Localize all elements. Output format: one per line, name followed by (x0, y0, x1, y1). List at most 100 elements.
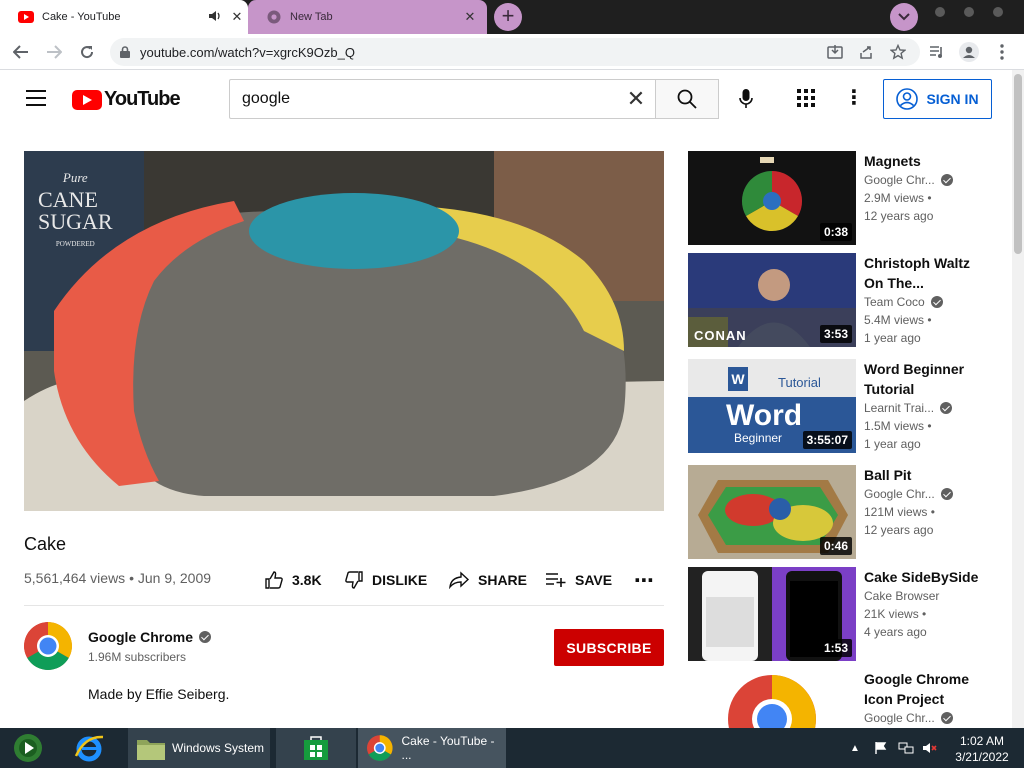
chrome-icon (366, 735, 393, 761)
recommendation-title[interactable]: Magnets (864, 151, 988, 171)
internet-explorer-icon (74, 735, 104, 762)
volume-muted-icon[interactable] (922, 728, 938, 768)
video-player[interactable]: Pure CANE SUGAR POWDERED (24, 151, 664, 511)
channel-name[interactable]: Google Chrome (88, 629, 193, 645)
hamburger-menu-icon[interactable] (26, 90, 46, 106)
recommendation-channel-row: Google Chr... (864, 709, 988, 727)
maximize-button[interactable] (964, 7, 974, 17)
tray-expand-icon[interactable]: ▲ (850, 728, 860, 768)
verified-badge-icon (940, 402, 953, 414)
back-arrow-icon[interactable] (10, 42, 32, 62)
video-description: Made by Effie Seiberg. (88, 686, 230, 702)
recommendation-info: Ball Pit Google Chr... 121M views • 12 y… (864, 465, 988, 539)
youtube-logo[interactable]: YouTube (72, 88, 181, 111)
save-label: SAVE (575, 572, 613, 588)
media-queue-icon[interactable] (926, 42, 948, 62)
view-count-date: 5,561,464 views • Jun 9, 2009 (24, 570, 212, 586)
video-thumbnail[interactable] (688, 669, 856, 728)
recommendation-item[interactable]: W Tutorial Word Beginner 3:55:07 Word Be… (688, 359, 998, 453)
profile-avatar-icon[interactable] (958, 42, 980, 62)
subscribe-button[interactable]: SUBSCRIBE (554, 629, 664, 666)
dislike-button[interactable]: DISLIKE (344, 568, 427, 592)
save-button[interactable]: SAVE (545, 568, 612, 592)
recommendation-channel[interactable]: Google Chr... (864, 709, 935, 727)
recommendation-title[interactable]: Ball Pit (864, 465, 988, 485)
clear-search-icon[interactable]: ✕ (616, 86, 656, 112)
like-button[interactable]: 3.8K (264, 568, 322, 592)
taskbar-store-button[interactable] (276, 728, 356, 768)
microphone-icon[interactable] (732, 85, 760, 113)
share-label: SHARE (478, 572, 528, 588)
more-actions-icon[interactable]: ⋯ (634, 568, 654, 592)
bag-text-line3: SUGAR (38, 209, 113, 234)
tab-title: New Tab (290, 11, 333, 23)
dislike-label: DISLIKE (372, 572, 428, 588)
recommendation-age: 1 year ago (864, 437, 921, 451)
recommendation-info: Christoph Waltz On The... Team Coco 5.4M… (864, 253, 988, 347)
network-icon[interactable] (898, 728, 914, 768)
recommendation-age: 12 years ago (864, 523, 934, 537)
video-thumbnail[interactable]: W Tutorial Word Beginner 3:55:07 (688, 359, 856, 453)
video-thumbnail[interactable]: 0:38 (688, 151, 856, 245)
browser-menu-icon[interactable] (991, 42, 1013, 62)
address-bar[interactable]: youtube.com/watch?v=xgrcK9Ozb_Q (110, 38, 920, 66)
tab-cake-youtube[interactable]: Cake - YouTube ✕ (0, 0, 248, 34)
start-button[interactable] (0, 728, 56, 768)
new-tab-button[interactable]: + (494, 3, 522, 31)
channel-name-row[interactable]: Google Chrome (88, 629, 212, 645)
lock-icon[interactable] (110, 46, 140, 58)
taskbar-windows-system[interactable]: Windows System (128, 728, 270, 768)
video-duration: 3:53 (819, 325, 852, 343)
tab-close-icon[interactable]: ✕ (226, 9, 248, 25)
recommendation-title[interactable]: Cake SideBySide (864, 567, 988, 587)
url-text: youtube.com/watch?v=xgrcK9Ozb_Q (140, 44, 355, 60)
close-window-button[interactable] (993, 7, 1003, 17)
search-input[interactable] (230, 80, 616, 118)
forward-arrow-icon[interactable] (43, 42, 65, 62)
taskbar-item-label: Cake - YouTube - ... (401, 734, 495, 762)
video-thumbnail[interactable]: 1:53 (688, 567, 856, 661)
video-thumbnail[interactable]: 0:46 (688, 465, 856, 559)
sign-in-button[interactable]: SIGN IN (883, 79, 992, 119)
recommendation-channel[interactable]: Learnit Trai... (864, 399, 934, 417)
internet-explorer-button[interactable] (58, 728, 120, 768)
recommendation-channel[interactable]: Google Chr... (864, 485, 935, 503)
recommendation-channel[interactable]: Team Coco (864, 293, 925, 311)
minimize-button[interactable] (935, 7, 945, 17)
action-center-flag-icon[interactable] (874, 728, 888, 768)
recommendation-title[interactable]: Word Beginner Tutorial (864, 359, 988, 399)
recommendation-title[interactable]: Christoph Waltz On The... (864, 253, 988, 293)
tab-search-chevron-icon[interactable] (890, 3, 918, 31)
speaker-icon[interactable] (204, 10, 226, 25)
recommendation-channel[interactable]: Google Chr... (864, 171, 935, 189)
recommendation-item[interactable]: 0:38 Magnets Google Chr... 2.9M views • … (688, 151, 998, 245)
share-button[interactable]: SHARE (448, 568, 527, 592)
youtube-wordmark: YouTube (104, 88, 181, 110)
taskbar-chrome-window[interactable]: Cake - YouTube - ... (358, 728, 506, 768)
recommendation-channel[interactable]: Cake Browser (864, 587, 988, 605)
thumbnail-tag: Tutorial (778, 375, 821, 390)
scrollbar-thumb[interactable] (1014, 74, 1022, 254)
reload-icon[interactable] (76, 42, 98, 62)
bookmark-star-icon[interactable] (887, 42, 909, 62)
recommendation-item[interactable]: Google Chrome Icon Project Google Chr... (688, 669, 998, 728)
bag-text-line2: CANE (38, 187, 98, 212)
tab-new-tab[interactable]: New Tab ✕ (248, 0, 487, 34)
recommendation-item[interactable]: CONAN 3:53 Christoph Waltz On The... Tea… (688, 253, 998, 347)
sign-in-label: SIGN IN (926, 91, 979, 107)
recommendation-title[interactable]: Google Chrome Icon Project (864, 669, 988, 709)
channel-avatar[interactable] (24, 622, 72, 670)
install-app-icon[interactable] (824, 42, 846, 62)
settings-more-icon[interactable]: ⋮ (843, 86, 865, 112)
apps-grid-icon[interactable] (796, 88, 818, 110)
page-scrollbar[interactable] (1012, 70, 1024, 728)
share-icon[interactable] (855, 42, 877, 62)
tab-close-icon[interactable]: ✕ (459, 9, 481, 25)
recommendation-item[interactable]: 0:46 Ball Pit Google Chr... 121M views •… (688, 465, 998, 559)
recommendation-item[interactable]: 1:53 Cake SideBySide Cake Browser 21K vi… (688, 567, 998, 661)
taskbar-clock[interactable]: 1:02 AM 3/21/2022 (950, 733, 1014, 765)
search-icon (677, 89, 697, 109)
thumb-down-icon (345, 571, 363, 589)
search-button[interactable] (655, 79, 719, 119)
video-thumbnail[interactable]: CONAN 3:53 (688, 253, 856, 347)
